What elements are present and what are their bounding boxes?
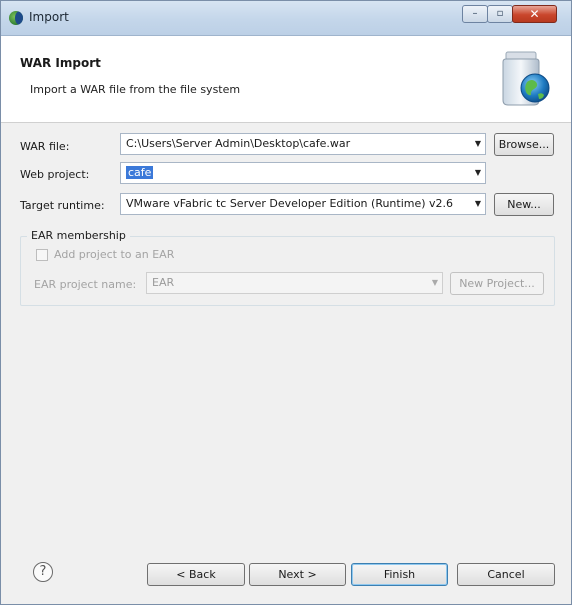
target-runtime-value: VMware vFabric tc Server Developer Editi… <box>126 197 454 210</box>
ear-membership-group <box>20 236 555 306</box>
war-file-value: C:\Users\Server Admin\Desktop\cafe.war <box>126 137 351 150</box>
chevron-down-icon: ▼ <box>431 278 438 287</box>
new-project-button[interactable]: New Project... <box>450 272 544 295</box>
cancel-button[interactable]: Cancel <box>457 563 555 586</box>
title-bar[interactable]: Import – ▫ ✕ <box>1 1 571 36</box>
add-to-ear-checkbox[interactable] <box>36 249 48 261</box>
chevron-down-icon: ▼ <box>474 139 481 148</box>
chevron-down-icon: ▼ <box>474 199 481 208</box>
wizard-banner: WAR Import Import a WAR file from the fi… <box>1 36 571 123</box>
import-dialog: Import – ▫ ✕ WAR Import Import a WAR fil… <box>0 0 572 605</box>
war-file-label: WAR file: <box>20 140 70 153</box>
ear-membership-title: EAR membership <box>27 229 130 242</box>
finish-button[interactable]: Finish <box>351 563 448 586</box>
wizard-title: WAR Import <box>20 56 101 70</box>
add-to-ear-label: Add project to an EAR <box>54 248 175 261</box>
browse-button[interactable]: Browse... <box>494 133 554 156</box>
next-button[interactable]: Next > <box>249 563 346 586</box>
help-icon[interactable]: ? <box>33 562 53 582</box>
close-button[interactable]: ✕ <box>512 5 557 23</box>
web-project-value: cafe <box>126 166 154 179</box>
ear-project-value: EAR <box>152 276 175 289</box>
eclipse-icon <box>9 11 23 25</box>
target-runtime-label: Target runtime: <box>20 199 105 212</box>
new-runtime-button[interactable]: New... <box>494 193 554 216</box>
web-project-label: Web project: <box>20 168 90 181</box>
web-project-combo[interactable]: cafe ▼ <box>120 162 486 184</box>
chevron-down-icon: ▼ <box>474 168 481 177</box>
ear-project-combo[interactable]: EAR ▼ <box>146 272 443 294</box>
maximize-button[interactable]: ▫ <box>487 5 513 23</box>
window-title: Import <box>29 10 69 24</box>
war-file-combo[interactable]: C:\Users\Server Admin\Desktop\cafe.war ▼ <box>120 133 486 155</box>
back-button[interactable]: < Back <box>147 563 245 586</box>
wizard-description: Import a WAR file from the file system <box>30 83 241 96</box>
ear-project-name-label: EAR project name: <box>34 278 137 291</box>
minimize-button[interactable]: – <box>462 5 488 23</box>
target-runtime-combo[interactable]: VMware vFabric tc Server Developer Editi… <box>120 193 486 215</box>
jar-globe-icon <box>502 51 550 106</box>
